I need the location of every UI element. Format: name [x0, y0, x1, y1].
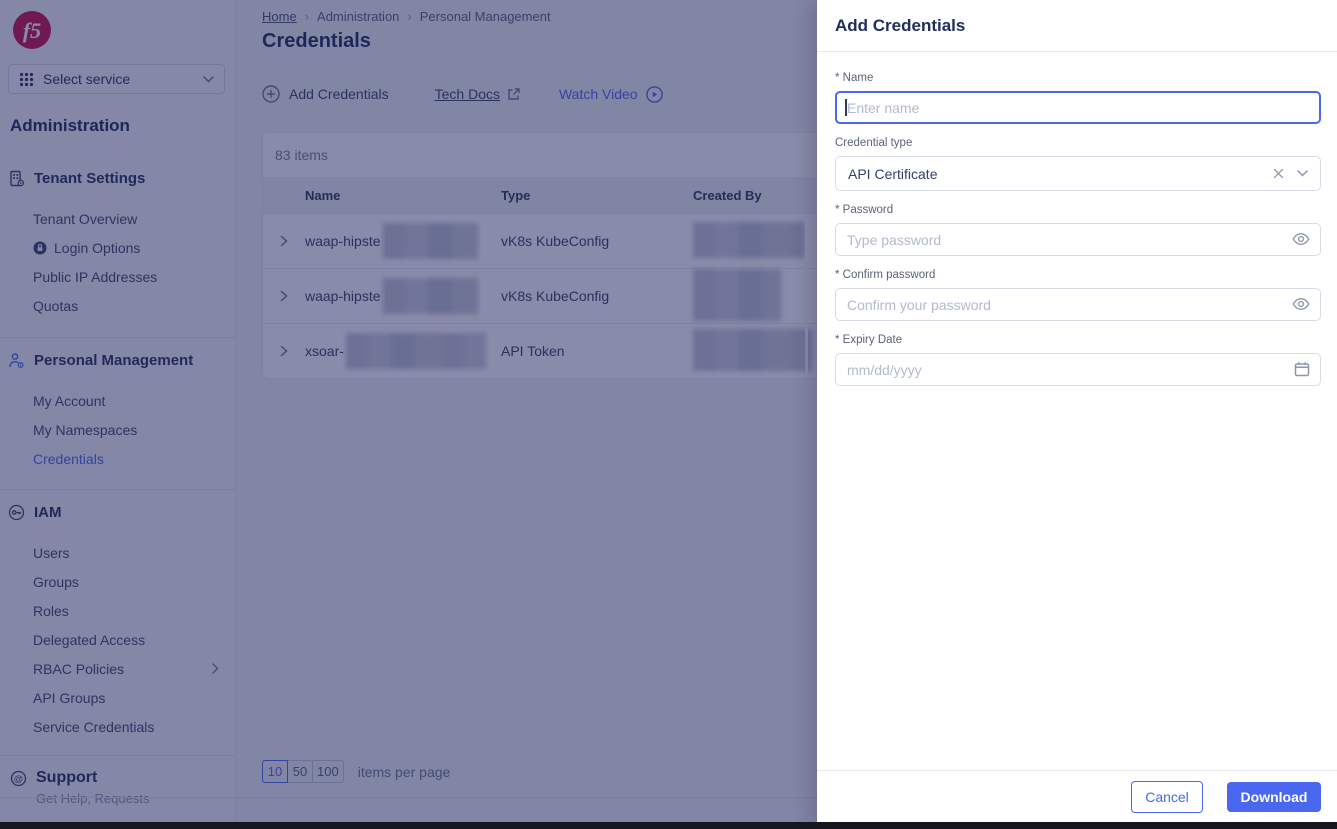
expiry-date-input[interactable] [835, 353, 1321, 386]
expiry-date-field-group: * Expiry Date [835, 334, 1321, 386]
bottom-bar [0, 822, 1337, 829]
confirm-password-input[interactable] [835, 288, 1321, 321]
download-button[interactable]: Download [1227, 781, 1321, 812]
credential-type-field-group: Credential type API Certificate [835, 137, 1321, 191]
expiry-date-label: * Expiry Date [835, 334, 903, 346]
credential-type-label: Credential type [835, 137, 913, 149]
credential-type-value: API Certificate [848, 165, 938, 182]
confirm-password-field-group: * Confirm password [835, 269, 1321, 321]
password-field-group: * Password [835, 204, 1321, 256]
cancel-button[interactable]: Cancel [1131, 780, 1203, 813]
credential-type-select[interactable]: API Certificate [835, 156, 1321, 191]
password-label: * Password [835, 204, 894, 216]
password-input[interactable] [835, 223, 1321, 256]
name-input[interactable] [835, 91, 1321, 124]
text-caret [845, 99, 847, 116]
calendar-icon[interactable] [1294, 361, 1310, 377]
chevron-down-icon[interactable] [1297, 170, 1308, 177]
add-credentials-drawer: Add Credentials * Name Credential type A… [817, 0, 1337, 829]
eye-icon[interactable] [1292, 296, 1310, 312]
drawer-header: Add Credentials [817, 0, 1337, 52]
eye-icon[interactable] [1292, 231, 1310, 247]
name-label: * Name [835, 72, 874, 84]
drawer-scrim[interactable] [0, 0, 817, 829]
drawer-title: Add Credentials [835, 15, 966, 35]
app-root: f5 Select service Administration [0, 0, 1337, 829]
clear-icon[interactable] [1273, 168, 1284, 179]
name-field-group: * Name [835, 72, 1321, 124]
confirm-password-label: * Confirm password [835, 269, 936, 281]
drawer-footer: Cancel Download [817, 770, 1337, 822]
